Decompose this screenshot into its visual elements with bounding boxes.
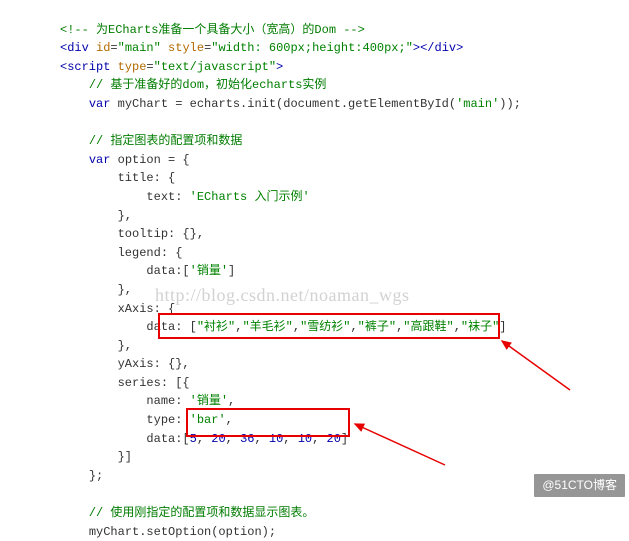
code-number: 10 bbox=[298, 432, 312, 446]
code-number: 20 bbox=[327, 432, 341, 446]
code-string: "裤子" bbox=[358, 320, 396, 334]
code-number: 36 bbox=[240, 432, 254, 446]
code-block: <!-- 为ECharts准备一个具备大小（宽高）的Dom --> <div i… bbox=[0, 0, 629, 541]
code-text: , bbox=[226, 413, 233, 427]
code-attr: style bbox=[168, 41, 204, 55]
code-comment: <!-- 为ECharts准备一个具备大小（宽高）的Dom --> bbox=[60, 23, 365, 37]
code-string: 'main' bbox=[456, 97, 499, 111]
code-attr: id bbox=[96, 41, 110, 55]
code-text: data:[ bbox=[146, 432, 189, 446]
code-text: ] bbox=[228, 264, 235, 278]
code-text: )); bbox=[499, 97, 521, 111]
code-string: "衬衫" bbox=[197, 320, 235, 334]
code-comment: // 基于准备好的dom，初始化echarts实例 bbox=[89, 78, 327, 92]
code-text: data:[ bbox=[146, 264, 189, 278]
code-number: 20 bbox=[211, 432, 225, 446]
code-text: text: bbox=[146, 190, 189, 204]
code-comment: // 指定图表的配置项和数据 bbox=[89, 134, 243, 148]
code-number: 10 bbox=[269, 432, 283, 446]
code-keyword: var bbox=[89, 153, 111, 167]
code-text: }; bbox=[89, 469, 103, 483]
code-string: '销量' bbox=[190, 394, 228, 408]
code-tag: <div bbox=[60, 41, 96, 55]
code-string: 'ECharts 入门示例' bbox=[190, 190, 310, 204]
source-watermark: @51CTO博客 bbox=[534, 474, 625, 497]
code-string: "main" bbox=[118, 41, 161, 55]
code-string: 'bar' bbox=[190, 413, 226, 427]
code-string: "袜子" bbox=[461, 320, 499, 334]
code-string: '销量' bbox=[190, 264, 228, 278]
code-text: type: bbox=[146, 413, 189, 427]
code-text: title: { bbox=[118, 171, 176, 185]
code-text: myChart = echarts.init(document.getEleme… bbox=[110, 97, 456, 111]
code-text: data: [ bbox=[146, 320, 196, 334]
code-text: tooltip: {}, bbox=[118, 227, 204, 241]
code-number: 5 bbox=[190, 432, 197, 446]
code-text: }, bbox=[118, 339, 132, 353]
code-text: ] bbox=[341, 432, 348, 446]
code-text: series: [{ bbox=[118, 376, 190, 390]
code-text: }] bbox=[118, 450, 132, 464]
code-text: }, bbox=[118, 209, 132, 223]
code-string: "雪纺衫" bbox=[300, 320, 350, 334]
code-string: "羊毛衫" bbox=[242, 320, 292, 334]
code-tag: <script bbox=[60, 60, 118, 74]
code-tag: > bbox=[276, 60, 283, 74]
code-text: legend: { bbox=[118, 246, 183, 260]
code-text: ] bbox=[499, 320, 506, 334]
code-text: option = { bbox=[110, 153, 189, 167]
code-text: , bbox=[228, 394, 235, 408]
code-string: "text/javascript" bbox=[154, 60, 276, 74]
code-keyword: var bbox=[89, 97, 111, 111]
code-string: "高跟鞋" bbox=[403, 320, 453, 334]
code-string: "width: 600px;height:400px;" bbox=[211, 41, 413, 55]
code-attr: type bbox=[118, 60, 147, 74]
code-text: }, bbox=[118, 283, 132, 297]
code-comment: // 使用刚指定的配置项和数据显示图表。 bbox=[89, 506, 315, 520]
code-text: myChart.setOption(option); bbox=[89, 525, 276, 539]
code-text: name: bbox=[146, 394, 189, 408]
code-text: xAxis: { bbox=[118, 302, 176, 316]
code-tag: ></div> bbox=[413, 41, 463, 55]
code-text: yAxis: {}, bbox=[118, 357, 190, 371]
